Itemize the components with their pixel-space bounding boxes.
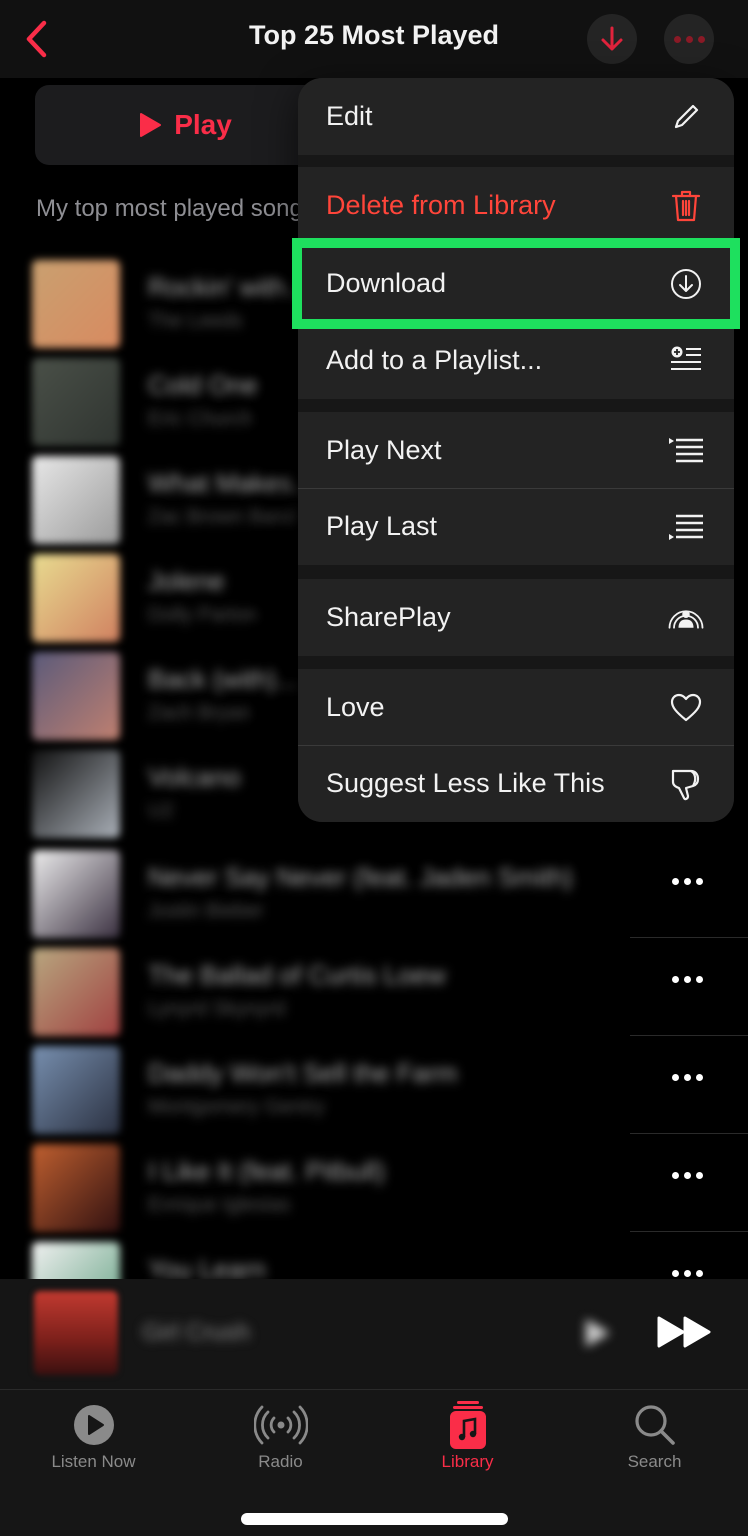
tab-search[interactable]: Search bbox=[561, 1400, 748, 1480]
play-next-icon bbox=[668, 433, 704, 469]
menu-item-label: Play Last bbox=[326, 511, 438, 541]
mini-player[interactable]: Girl Crush bbox=[0, 1279, 748, 1389]
song-title: Rockin' with... bbox=[148, 272, 308, 302]
song-more-button[interactable] bbox=[672, 1074, 703, 1081]
context-menu: Edit Delete from Library Download Add to a … bbox=[298, 78, 734, 822]
menu-divider bbox=[298, 488, 734, 489]
song-row[interactable]: Daddy Won't Sell the Farm Montgomery Gent… bbox=[0, 1036, 748, 1134]
album-artwork bbox=[32, 1144, 120, 1232]
menu-item-label: Add to a Playlist... bbox=[326, 345, 543, 375]
song-artist: Dolly Parton bbox=[148, 604, 257, 626]
song-artist: The Leeds bbox=[148, 310, 243, 332]
menu-divider bbox=[298, 745, 734, 746]
tab-label: Radio bbox=[258, 1452, 303, 1471]
song-row[interactable]: The Ballad of Curtis Loew Lynyrd Skynyrd bbox=[0, 938, 748, 1036]
song-title: Jolene bbox=[148, 566, 225, 596]
now-playing-title: Girl Crush bbox=[142, 1319, 251, 1346]
radio-icon bbox=[253, 1405, 308, 1445]
song-artist: Lynyrd Skynyrd bbox=[148, 998, 286, 1020]
fast-forward-icon bbox=[657, 1316, 711, 1348]
album-artwork bbox=[32, 750, 120, 838]
tab-label: Search bbox=[627, 1452, 682, 1471]
song-more-button[interactable] bbox=[672, 976, 703, 983]
download-button[interactable] bbox=[587, 14, 637, 64]
listen-now-icon bbox=[73, 1405, 114, 1445]
more-options-button[interactable] bbox=[664, 14, 714, 64]
song-title: I Like It (feat. Pitbull) bbox=[148, 1156, 385, 1186]
menu-item-love[interactable]: Love bbox=[298, 669, 734, 746]
song-title: What Makes... bbox=[148, 468, 315, 498]
album-artwork bbox=[32, 358, 120, 446]
menu-item-label: Play Next bbox=[326, 435, 442, 465]
song-title: Back (with)... bbox=[148, 664, 299, 694]
playlist-description: My top most played songs bbox=[36, 195, 306, 222]
menu-item-delete-from-library[interactable]: Delete from Library bbox=[298, 167, 734, 244]
mini-play-button[interactable] bbox=[578, 1315, 614, 1351]
song-title: Never Say Never (feat. Jaden Smith) bbox=[148, 862, 573, 892]
menu-item-label: Suggest Less Like This bbox=[326, 768, 605, 798]
menu-item-label: Love bbox=[326, 692, 385, 722]
song-title: Volcano bbox=[148, 762, 241, 792]
song-title: The Ballad of Curtis Loew bbox=[148, 960, 446, 990]
song-artist: Enrique Iglesias bbox=[148, 1194, 291, 1216]
shareplay-icon bbox=[668, 600, 704, 636]
song-more-button[interactable] bbox=[672, 1270, 703, 1277]
play-icon bbox=[140, 113, 162, 137]
menu-item-play-next[interactable]: Play Next bbox=[298, 412, 734, 489]
song-more-button[interactable] bbox=[672, 878, 703, 885]
nav-header: Top 25 Most Played bbox=[0, 0, 748, 78]
menu-item-label: Edit bbox=[326, 101, 373, 131]
add-to-playlist-icon bbox=[668, 343, 704, 379]
song-artist: Montgomery Gentry bbox=[148, 1096, 325, 1118]
download-highlight-box bbox=[292, 238, 740, 329]
tab-listen-now[interactable]: Listen Now bbox=[0, 1400, 187, 1480]
menu-item-edit[interactable]: Edit bbox=[298, 78, 734, 155]
tab-radio[interactable]: Radio bbox=[187, 1400, 374, 1480]
song-artist: Eric Church bbox=[148, 408, 253, 430]
pencil-icon bbox=[668, 99, 704, 135]
menu-item-suggest-less-like-this[interactable]: Suggest Less Like This bbox=[298, 745, 734, 822]
library-icon bbox=[449, 1401, 486, 1449]
menu-item-label: Delete from Library bbox=[326, 190, 556, 220]
album-artwork bbox=[32, 948, 120, 1036]
menu-item-add-to-a-playlist[interactable]: Add to a Playlist... bbox=[298, 322, 734, 399]
fast-forward-button[interactable] bbox=[656, 1315, 712, 1354]
home-indicator[interactable] bbox=[241, 1513, 508, 1525]
menu-item-shareplay[interactable]: SharePlay bbox=[298, 579, 734, 656]
song-title: Daddy Won't Sell the Farm bbox=[148, 1058, 458, 1088]
album-artwork bbox=[32, 260, 120, 348]
play-icon bbox=[586, 1319, 610, 1347]
menu-item-label: SharePlay bbox=[326, 602, 451, 632]
song-row[interactable]: Never Say Never (feat. Jaden Smith) Justi… bbox=[0, 840, 748, 938]
ellipsis-icon bbox=[673, 35, 705, 43]
song-artist: Zac Brown Band bbox=[148, 506, 296, 528]
song-artist: Zach Bryan bbox=[148, 702, 251, 724]
song-title: Cold One bbox=[148, 370, 258, 400]
trash-icon bbox=[668, 188, 704, 224]
play-last-icon bbox=[668, 509, 704, 545]
arrow-down-icon bbox=[601, 26, 623, 51]
album-artwork bbox=[32, 456, 120, 544]
play-button-label: Play bbox=[174, 109, 232, 140]
song-artist: Justin Bieber bbox=[148, 900, 264, 922]
menu-item-play-last[interactable]: Play Last bbox=[298, 488, 734, 565]
album-artwork bbox=[32, 554, 120, 642]
play-button[interactable]: Play bbox=[35, 85, 335, 165]
song-row[interactable]: I Like It (feat. Pitbull) Enrique Iglesia… bbox=[0, 1134, 748, 1232]
album-artwork bbox=[32, 652, 120, 740]
song-artist: U2 bbox=[148, 800, 174, 822]
tab-label: Listen Now bbox=[51, 1452, 136, 1471]
tab-library[interactable]: Library bbox=[374, 1400, 561, 1480]
search-icon bbox=[634, 1405, 675, 1445]
now-playing-artwork bbox=[34, 1291, 118, 1375]
song-more-button[interactable] bbox=[672, 1172, 703, 1179]
thumbs-down-icon bbox=[668, 766, 704, 802]
heart-icon bbox=[668, 690, 704, 726]
album-artwork bbox=[32, 1046, 120, 1134]
tab-label: Library bbox=[441, 1452, 494, 1471]
album-artwork bbox=[32, 850, 120, 938]
